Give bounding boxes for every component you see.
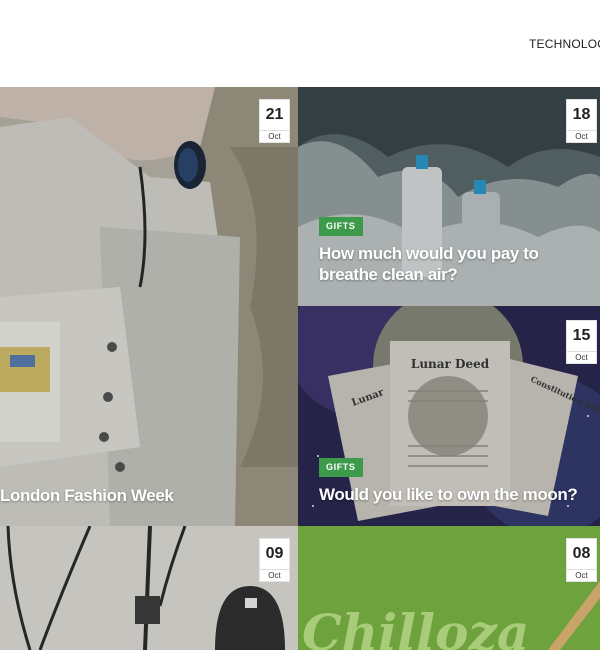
date-badge: 21 Oct (259, 99, 290, 143)
date-badge: 09 Oct (259, 538, 290, 582)
date-day: 15 (567, 321, 596, 352)
date-month: Oct (268, 571, 281, 580)
article-title[interactable]: How much would you pay to breathe clean … (319, 243, 559, 285)
date-month: Oct (268, 132, 281, 141)
article-card-speaker[interactable]: 09 Oct (0, 526, 298, 650)
article-card-clean-air[interactable]: 18 Oct GIFTS How much would you pay to b… (298, 87, 600, 306)
date-month: Oct (575, 132, 588, 141)
date-badge: 15 Oct (566, 320, 597, 364)
chilloza-logo-image: Chilloza (298, 526, 600, 650)
date-day: 18 (567, 100, 596, 131)
article-card-chilloza[interactable]: Chilloza 08 Oct (298, 526, 600, 650)
date-month: Oct (575, 571, 588, 580)
date-day: 21 (260, 100, 289, 131)
date-day: 09 (260, 539, 289, 570)
speaker-photo (0, 526, 298, 650)
nav-link-technology[interactable]: TECHNOLOGY (529, 37, 600, 51)
fashion-photo (0, 87, 298, 526)
date-day: 08 (567, 539, 596, 570)
svg-text:Chilloza: Chilloza (302, 603, 529, 650)
date-badge: 18 Oct (566, 99, 597, 143)
category-tag[interactable]: GIFTS (319, 217, 363, 236)
site-header: TECHNOLOGY (0, 0, 600, 87)
article-card-fashion[interactable]: 21 Oct London Fashion Week (0, 87, 298, 526)
date-badge: 08 Oct (566, 538, 597, 582)
article-title[interactable]: Would you like to own the moon? (319, 484, 599, 505)
article-card-moon[interactable]: Lunar Deed Lunar Constitution Bill Right… (298, 306, 600, 526)
category-tag[interactable]: GIFTS (319, 458, 363, 477)
date-month: Oct (575, 353, 588, 362)
article-title[interactable]: London Fashion Week (0, 485, 280, 506)
